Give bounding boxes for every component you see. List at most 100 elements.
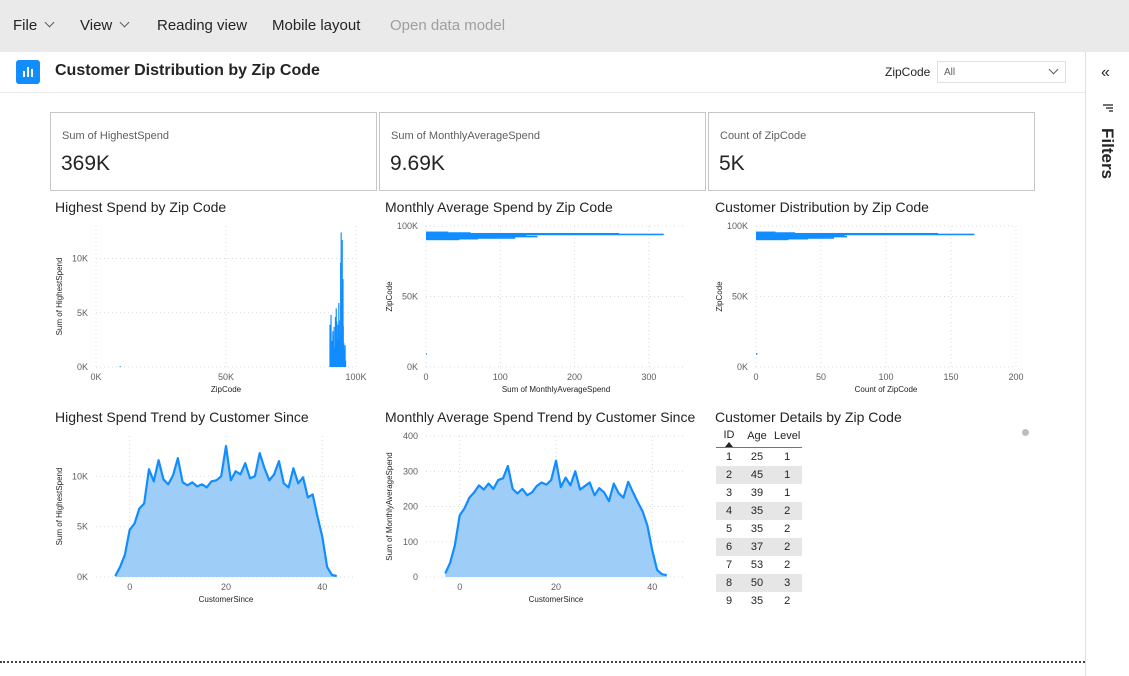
zipcode-filter-label: ZipCode xyxy=(885,65,931,79)
y-tick-label: 100K xyxy=(397,221,418,231)
bar xyxy=(119,366,121,367)
x-tick-label: 200 xyxy=(567,372,582,382)
cell-level: 1 xyxy=(772,466,803,484)
monthly-average-spend-by-zip-chart[interactable]: 0K 50K 100K 0 100 200 300 Sum of MonthlyAverage… xyxy=(380,218,705,400)
x-tick-label: 0K xyxy=(90,372,101,382)
bar xyxy=(426,231,449,234)
visual-title: Customer Details by Zip Code xyxy=(715,409,902,425)
kpi-value: 5K xyxy=(719,152,745,175)
column-header-id[interactable]: ID xyxy=(716,428,742,448)
y-tick-label: 5K xyxy=(77,308,88,318)
table-row[interactable]: 8 50 3 xyxy=(716,574,803,592)
y-tick-label: 0K xyxy=(77,572,88,582)
table-row[interactable]: 7 53 2 xyxy=(716,556,802,574)
y-tick-label: 10K xyxy=(72,254,88,264)
y-tick-label: 300 xyxy=(403,466,418,476)
x-tick-label: 100K xyxy=(345,372,366,382)
x-tick-label: 200 xyxy=(1008,372,1023,382)
table-row[interactable]: 5 35 2 xyxy=(716,520,802,538)
kpi-label: Count of ZipCode xyxy=(720,130,807,142)
highest-spend-by-zip-chart[interactable]: 0K 5K 10K 0K 50K 100K ZipCode Sum of HighestSpe… xyxy=(50,218,375,400)
cell-id: 7 xyxy=(725,559,733,571)
cell-age: 35 xyxy=(750,523,764,535)
x-tick-label: 300 xyxy=(641,372,656,382)
customer-details-table[interactable]: ID Age Level 1 25 1 2 45 1 3 39 1 4 35 2 5 35 2 63… xyxy=(716,428,806,608)
collapse-filters-icon[interactable]: « xyxy=(1101,64,1110,82)
y-tick-label: 50K xyxy=(732,292,748,302)
cell-level: 2 xyxy=(784,595,791,607)
visual-title: Highest Spend Trend by Customer Since xyxy=(55,409,309,425)
kpi-label: Sum of MonthlyAverageSpend xyxy=(391,130,540,142)
kpi-label: Sum of HighestSpend xyxy=(62,130,170,142)
cell-age: 25 xyxy=(750,451,764,463)
page-boundary-divider xyxy=(0,661,1085,663)
table-row[interactable]: 9 35 2 xyxy=(716,592,802,608)
highest-spend-trend-chart[interactable]: 0K 5K 10K 0 20 40 CustomerSince Sum of HighestS… xyxy=(50,428,375,610)
column-header-level[interactable]: Level xyxy=(772,428,802,448)
filters-pane-label[interactable]: Filters xyxy=(1097,128,1117,179)
x-tick-label: 40 xyxy=(647,582,657,592)
area-fill xyxy=(445,460,667,577)
chevron-down-icon xyxy=(44,17,55,28)
visual-title: Customer Distribution by Zip Code xyxy=(715,199,929,215)
y-axis-title: Sum of HighestSpend xyxy=(55,468,64,546)
cell-id: 8 xyxy=(716,574,742,592)
visual-title: Highest Spend by Zip Code xyxy=(55,199,227,215)
cell-age: 50 xyxy=(742,574,772,592)
y-axis-title: Sum of MonthlyAverageSpend xyxy=(385,452,394,560)
column-header-age[interactable]: Age xyxy=(742,428,772,448)
file-menu-label: File xyxy=(13,17,38,34)
y-tick-label: 100K xyxy=(727,221,748,231)
table-row[interactable]: 1 25 1 xyxy=(716,448,802,467)
file-menu[interactable]: File xyxy=(13,17,55,34)
bar xyxy=(345,360,347,367)
table-row[interactable]: 6 37 2 xyxy=(716,538,803,556)
y-tick-label: 100 xyxy=(403,537,418,547)
x-tick-label: 100 xyxy=(493,372,508,382)
cell-id: 1 xyxy=(725,451,733,463)
kpi-card-highest-spend[interactable]: Sum of HighestSpend 369K xyxy=(50,112,377,191)
cell-age: 37 xyxy=(742,538,772,556)
table-row[interactable]: 4 35 2 xyxy=(716,502,803,520)
view-menu-label: View xyxy=(80,17,113,34)
table-scrollbar-thumb[interactable] xyxy=(1022,429,1029,436)
x-tick-label: 0 xyxy=(127,582,132,592)
x-axis-title: Count of ZipCode xyxy=(855,385,918,394)
cell-level: 3 xyxy=(772,574,803,592)
table-row[interactable]: 3 39 1 xyxy=(716,484,802,502)
reading-view-button[interactable]: Reading view xyxy=(157,17,247,34)
visual-title: Monthly Average Spend by Zip Code xyxy=(385,199,613,215)
x-tick-label: 100 xyxy=(878,372,893,382)
y-tick-label: 0K xyxy=(737,362,748,372)
cell-level: 2 xyxy=(772,538,803,556)
cell-id: 9 xyxy=(725,595,733,607)
customer-distribution-by-zip-chart[interactable]: 0K 50K 100K 0 50 100 150 200 Count of ZipCode Zip… xyxy=(710,218,1035,400)
mobile-layout-button[interactable]: Mobile layout xyxy=(272,17,360,34)
cell-level: 2 xyxy=(784,523,791,535)
bar xyxy=(330,314,332,367)
view-menu[interactable]: View xyxy=(80,17,130,34)
cell-level: 1 xyxy=(784,487,791,499)
x-tick-label: 0 xyxy=(457,582,462,592)
kpi-card-count-zipcode[interactable]: Count of ZipCode 5K xyxy=(708,112,1035,191)
area-fill xyxy=(115,446,337,577)
y-tick-label: 10K xyxy=(72,471,88,481)
x-tick-label: 0 xyxy=(753,372,758,382)
sort-ascending-icon xyxy=(725,441,733,447)
monthly-average-spend-trend-chart[interactable]: 0 100 200 300 400 0 20 40 CustomerSince Sum of Mo… xyxy=(380,428,705,610)
x-axis-title: CustomerSince xyxy=(199,595,254,604)
cell-id: 6 xyxy=(716,538,742,556)
x-tick-label: 50K xyxy=(218,372,234,382)
x-tick-label: 40 xyxy=(317,582,327,592)
kpi-value: 9.69K xyxy=(390,152,445,175)
filter-icon xyxy=(1103,101,1113,115)
bar xyxy=(426,353,427,355)
kpi-value: 369K xyxy=(61,152,111,175)
x-tick-label: 150 xyxy=(943,372,958,382)
zipcode-filter-dropdown[interactable]: All xyxy=(937,61,1066,83)
kpi-card-monthly-average-spend[interactable]: Sum of MonthlyAverageSpend 9.69K xyxy=(379,112,706,191)
table-row[interactable]: 2 45 1 xyxy=(716,466,803,484)
y-axis-title: ZipCode xyxy=(715,281,724,312)
cell-id: 5 xyxy=(725,523,733,535)
column-header-label: ID xyxy=(723,428,735,441)
